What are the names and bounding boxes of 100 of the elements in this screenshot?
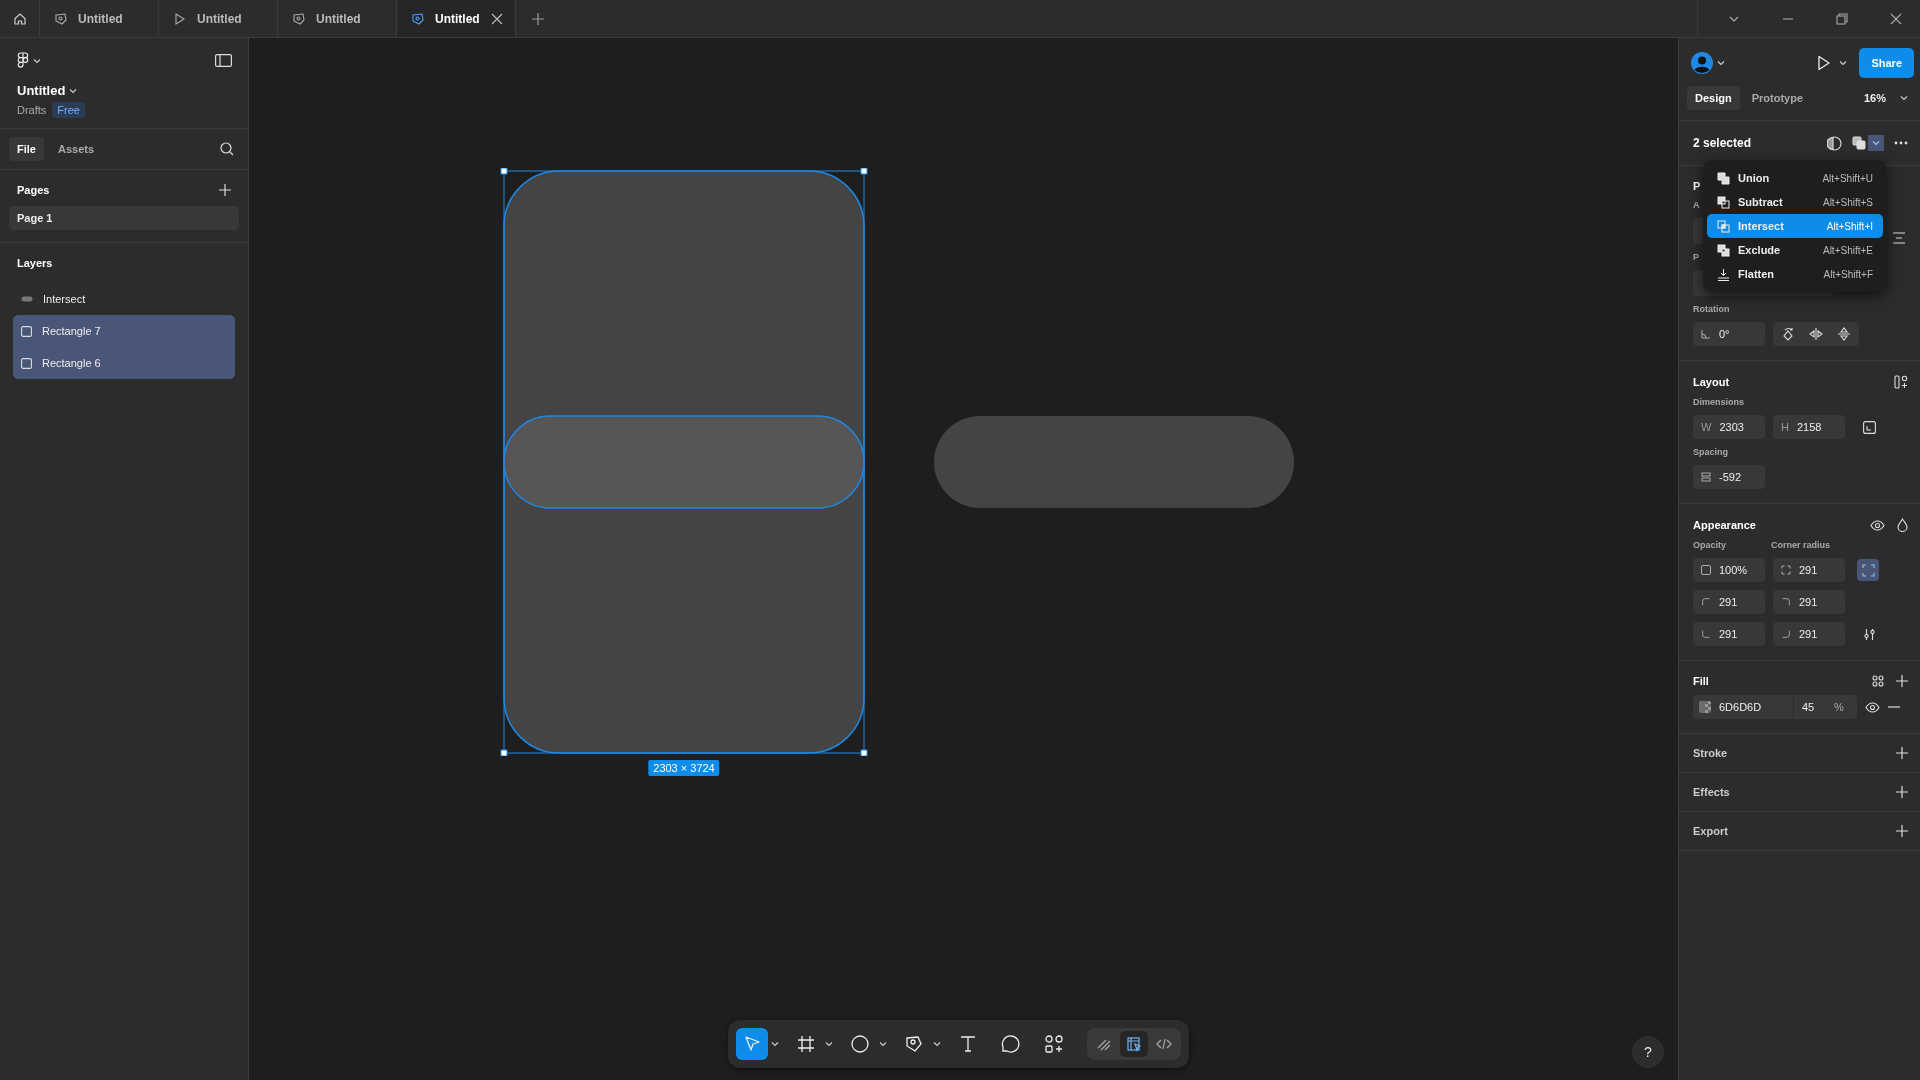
rotation-field[interactable]: 0°	[1693, 322, 1765, 346]
layer-item[interactable]: Rectangle 6	[13, 347, 235, 379]
corner-icon	[1701, 629, 1711, 639]
corner-radius-field[interactable]: 291	[1773, 558, 1845, 582]
keyboard-shortcut: Alt+Shift+I	[1826, 220, 1873, 232]
menu-item-label: Subtract	[1738, 196, 1784, 208]
field-label: A	[1693, 200, 1700, 210]
section-title: Fill	[1693, 675, 1709, 687]
menu-item[interactable]: Flatten Alt+Shift+F	[1707, 262, 1883, 286]
search-icon[interactable]	[220, 142, 234, 156]
field-prefix: W	[1701, 421, 1712, 433]
layer-item[interactable]: Intersect	[13, 283, 235, 315]
document-tab[interactable]: Untitled	[40, 0, 159, 37]
chevron-down-icon[interactable]	[1900, 94, 1908, 102]
caret-icon[interactable]	[933, 1040, 941, 1048]
align-center-icon[interactable]	[1892, 232, 1906, 244]
styles-icon[interactable]	[1872, 675, 1884, 687]
file-title[interactable]: Untitled	[17, 83, 66, 98]
drop-icon[interactable]	[1897, 518, 1908, 532]
flip-horizontal-icon[interactable]	[1809, 327, 1823, 341]
mask-icon[interactable]	[1827, 135, 1842, 151]
add-icon[interactable]	[1896, 825, 1908, 837]
panel-tab[interactable]: Prototype	[1743, 86, 1812, 110]
caret-icon[interactable]	[879, 1040, 887, 1048]
corner-field[interactable]: 291	[1693, 590, 1765, 614]
width-field[interactable]: W 2303	[1693, 415, 1765, 439]
menu-item[interactable]: Union Alt+Shift+U	[1707, 166, 1883, 190]
panel-tab[interactable]: File	[9, 137, 44, 161]
add-icon[interactable]	[1896, 786, 1908, 798]
flip-vertical-icon[interactable]	[1837, 327, 1851, 341]
menu-item[interactable]: Subtract Alt+Shift+S	[1707, 190, 1883, 214]
field-value: 291	[1799, 564, 1818, 576]
corner-field[interactable]: 291	[1693, 622, 1765, 646]
chevron-down-icon	[1872, 139, 1880, 147]
pen-icon	[904, 1034, 924, 1054]
page-item[interactable]: Page 1	[9, 206, 239, 230]
add-icon[interactable]	[219, 184, 231, 196]
document-tab[interactable]: Untitled	[159, 0, 278, 37]
height-field[interactable]: H 2158	[1773, 415, 1845, 439]
square-icon	[21, 325, 32, 337]
chevron-down-icon[interactable]	[69, 86, 78, 95]
restore-icon[interactable]	[1836, 12, 1848, 25]
layer-name: Intersect	[43, 293, 86, 305]
field-label: Rotation	[1693, 304, 1730, 314]
avatar-icon[interactable]	[1691, 52, 1713, 74]
section-title: Layout	[1693, 376, 1730, 388]
eye-icon[interactable]	[1865, 701, 1880, 713]
add-icon[interactable]	[1896, 675, 1908, 687]
sidebar-toggle-icon[interactable]	[215, 54, 232, 67]
share-button[interactable]: Share	[1859, 48, 1914, 78]
field-label: Spacing	[1693, 447, 1729, 457]
document-tab[interactable]: Untitled	[397, 0, 516, 37]
selected-shapes-drawing[interactable]	[500, 168, 868, 756]
file-location[interactable]: Drafts	[17, 104, 47, 116]
menu-item[interactable]: Exclude Alt+Shift+E	[1707, 238, 1883, 262]
overlapping-squares-icon[interactable]	[1852, 136, 1866, 150]
panel-tab[interactable]: Assets	[49, 137, 103, 161]
section-title: Stroke	[1693, 747, 1728, 759]
section-title: Pages	[17, 184, 50, 196]
color-hex-field[interactable]: 6D6D6D	[1719, 701, 1785, 713]
move-tool-button[interactable]	[736, 1028, 768, 1060]
chevron-down-icon[interactable]	[1717, 59, 1725, 67]
corner-radius-icon	[1781, 565, 1791, 575]
color-swatch[interactable]	[1699, 701, 1711, 713]
close-icon[interactable]	[491, 12, 503, 25]
fill-opacity-field[interactable]: 45	[1793, 695, 1826, 719]
resize-to-fit-icon[interactable]	[1863, 420, 1876, 434]
opacity-field[interactable]: 100%	[1693, 558, 1765, 582]
layer-name: Rectangle 6	[42, 357, 101, 369]
design-mode-icon	[1126, 1036, 1142, 1052]
sliders-icon[interactable]	[1863, 627, 1876, 641]
flatten-icon	[1717, 267, 1730, 281]
layer-item[interactable]: Rectangle 7	[13, 315, 235, 347]
panel-tab[interactable]: Design	[1687, 86, 1740, 110]
chevron-down-icon[interactable]	[1839, 59, 1848, 67]
auto-layout-icon[interactable]	[1894, 375, 1908, 389]
section-title: Export	[1693, 825, 1728, 837]
comment-icon	[1001, 1034, 1021, 1054]
zoom-level[interactable]: 16%	[1863, 92, 1886, 104]
caret-icon[interactable]	[771, 1040, 779, 1048]
add-tab-icon[interactable]	[532, 12, 544, 25]
play-icon[interactable]	[1817, 55, 1832, 71]
close-icon[interactable]	[1890, 12, 1902, 25]
corner-field[interactable]: 291	[1773, 590, 1845, 614]
chevron-down-icon[interactable]	[33, 56, 41, 65]
help-button[interactable]: ?	[1632, 1036, 1664, 1068]
tab-title: Untitled	[316, 11, 361, 26]
rotate-icon[interactable]	[1781, 327, 1795, 341]
menu-item[interactable]: Intersect Alt+Shift+I	[1707, 214, 1883, 238]
corners-icon	[1861, 563, 1875, 577]
more-icon[interactable]	[1894, 141, 1908, 145]
eye-icon[interactable]	[1870, 519, 1885, 531]
caret-icon[interactable]	[825, 1040, 833, 1048]
design-mode-button[interactable]	[1120, 1031, 1148, 1057]
independent-corners-button[interactable]	[1857, 559, 1879, 581]
add-icon[interactable]	[1896, 747, 1908, 759]
corner-field[interactable]: 291	[1773, 622, 1845, 646]
field-value: 291	[1719, 628, 1738, 640]
spacing-field[interactable]: -592	[1693, 465, 1765, 489]
intersect-icon	[1717, 219, 1730, 233]
